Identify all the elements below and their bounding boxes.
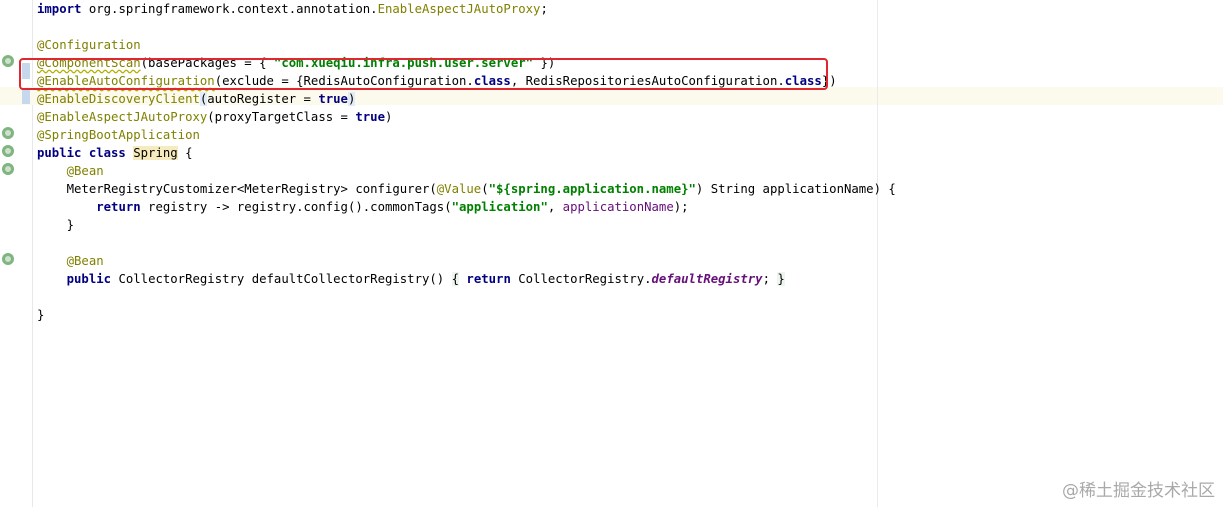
code-line[interactable]: @EnableDiscoveryClient(autoRegister = tr… [37,90,896,108]
code-token: { [451,272,460,286]
code-token: @SpringBootApplication [37,128,200,142]
code-token: @Bean [66,164,104,178]
code-token: org.springframework.context.annotation. [81,2,378,16]
code-token: "${spring.application.name}" [488,182,696,196]
code-token: @EnableDiscoveryClient [37,92,200,106]
code-line[interactable]: public CollectorRegistry defaultCollecto… [37,270,896,288]
spring-bean-icon[interactable] [2,55,14,67]
code-token: import [37,2,82,16]
code-line[interactable]: @SpringBootApplication [37,126,896,144]
code-line[interactable] [37,18,896,36]
code-line[interactable]: MeterRegistryCustomizer<MeterRegistry> c… [37,180,896,198]
code-token: @Configuration [37,38,141,52]
code-token: true [355,110,385,124]
code-token: @EnableAspectJAutoProxy [37,110,208,124]
code-token: } [37,218,75,232]
code-line[interactable]: import org.springframework.context.annot… [37,0,896,18]
code-token: return [96,200,141,214]
annotation-highlight-box [19,58,828,90]
code-token: ( [481,182,489,196]
code-token: EnableAspectJAutoProxy [377,2,541,16]
spring-bean-icon[interactable] [2,163,14,175]
code-token: (proxyTargetClass = [207,110,356,124]
code-line[interactable]: } [37,216,896,234]
code-token: ); [673,200,689,214]
code-token: true [318,92,348,106]
code-token: ) [384,110,393,124]
code-token: , [547,200,563,214]
code-line[interactable]: public class Spring { [37,144,896,162]
code-token: ; [762,272,778,286]
code-token: } [37,308,45,322]
change-marker [22,88,30,104]
code-line[interactable]: } [37,306,896,324]
code-token: @Value [436,182,482,196]
code-token: @Bean [66,254,104,268]
code-token: Spring [133,146,178,160]
code-token: public class [37,146,134,160]
code-token: } [777,272,785,286]
code-token: MeterRegistryCustomizer<MeterRegistry> c… [37,182,437,196]
code-token: return [466,272,511,286]
code-token: "application" [451,200,548,214]
watermark: @稀土掘金技术社区 [1062,481,1215,501]
code-token: ) String applicationName) { [695,182,896,196]
code-line[interactable] [37,288,896,306]
code-token: ; [540,2,548,16]
code-line[interactable]: @Bean [37,162,896,180]
code-token: CollectorRegistry. [510,272,652,286]
code-token: defaultRegistry [651,272,763,286]
code-line[interactable] [37,234,896,252]
code-token: ) [347,92,356,106]
spring-bean-icon[interactable] [2,253,14,265]
code-line[interactable]: @EnableAspectJAutoProxy(proxyTargetClass… [37,108,896,126]
spring-bean-icon[interactable] [2,127,14,139]
code-token: CollectorRegistry defaultCollectorRegist… [111,272,452,286]
spring-boot-icon[interactable] [2,145,14,157]
code-editor[interactable]: import org.springframework.context.annot… [37,0,896,324]
code-token: autoRegister = [207,92,319,106]
code-token: { [177,146,193,160]
code-token: applicationName [562,200,674,214]
code-line[interactable]: @Bean [37,252,896,270]
code-token: registry -> registry.config().commonTags… [140,200,452,214]
code-line[interactable]: return registry -> registry.config().com… [37,198,896,216]
code-token: public [66,272,112,286]
code-line[interactable]: @Configuration [37,36,896,54]
